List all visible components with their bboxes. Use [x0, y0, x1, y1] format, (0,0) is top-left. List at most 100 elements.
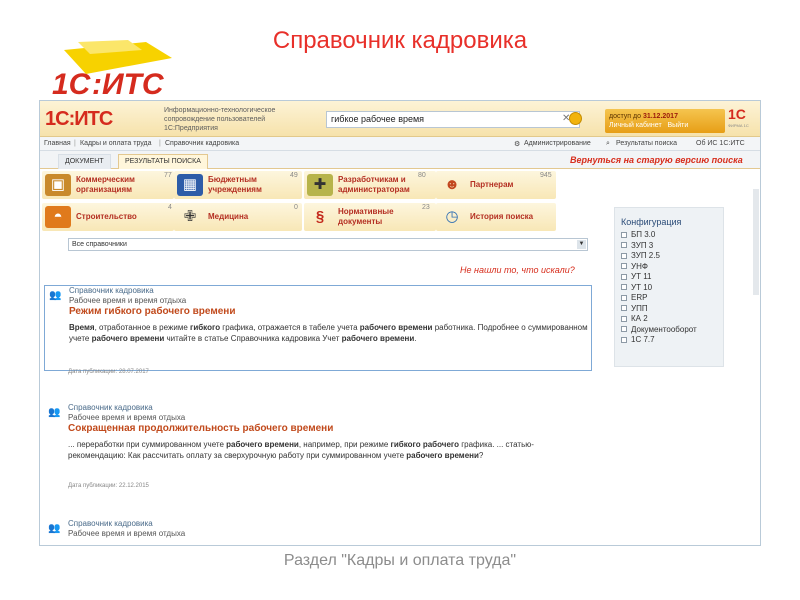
old-version-link[interactable]: Вернуться на старую версию поиска — [570, 155, 743, 165]
config-checkbox-item[interactable]: 1С 7.7 — [621, 335, 655, 344]
config-item-label: 1С 7.7 — [631, 335, 655, 344]
search-result[interactable]: 👥 Справочник кадровика Рабочее время и в… — [44, 285, 592, 371]
config-item-label: ЗУП 3 — [631, 240, 654, 250]
config-checkbox-item[interactable]: БП 3.0 — [621, 230, 655, 239]
result-date: Дата публикации: 22.12.2015 — [68, 483, 149, 489]
search-go-icon[interactable] — [569, 112, 582, 125]
result-source[interactable]: Справочник кадровика — [68, 403, 153, 412]
admin-link[interactable]: Администрирование — [524, 140, 591, 147]
screenshot-frame: 1С:ИТС Информационно-технологическое соп… — [39, 100, 761, 546]
checkbox[interactable] — [621, 336, 627, 343]
category-budget[interactable]: ▦ Бюджетным учреждениям 49 — [174, 171, 302, 199]
clock-icon: ◷ — [445, 208, 459, 225]
checkbox[interactable] — [621, 242, 627, 249]
svg-text::ИТС: :ИТС — [92, 68, 165, 101]
breadcrumb-item[interactable]: Главная — [44, 140, 71, 147]
checkbox[interactable] — [621, 252, 627, 259]
result-date: Дата публикации: 28.07.2017 — [68, 369, 149, 375]
config-item-label: УПП — [631, 303, 648, 313]
config-checkbox-item[interactable]: ЗУП 3 — [621, 241, 653, 250]
about-link[interactable]: Об ИС 1С:ИТС — [696, 140, 745, 147]
configuration-filter: Конфигурация БП 3.0 ЗУП 3 ЗУП 2.5 УНФ УТ 11 У… — [614, 207, 724, 367]
config-item-label: ЗУП 2.5 — [631, 251, 660, 260]
snippet-run: рабочего времени — [91, 334, 165, 343]
checkbox[interactable] — [621, 294, 627, 301]
checkbox[interactable] — [621, 273, 627, 280]
people-small-icon: 👥 — [48, 523, 61, 534]
cabinet-link[interactable]: Личный кабинет — [609, 122, 662, 129]
building-icon: ▦ — [177, 174, 203, 196]
checkbox[interactable] — [621, 284, 627, 291]
config-item-label: Документооборот — [631, 324, 697, 334]
config-item-label: УТ 10 — [631, 282, 653, 292]
slide: Справочник кадровика 1С :ИТС 1С:ИТС Инфо… — [0, 0, 800, 600]
scrollbar[interactable] — [753, 189, 759, 295]
snippet-run: гибкого — [189, 323, 221, 332]
config-checkbox-item[interactable]: УПП — [621, 304, 648, 313]
access-date: 31.12.2017 — [642, 113, 678, 120]
config-checkbox-item[interactable]: ERP — [621, 293, 647, 302]
config-item-label: БП 3.0 — [631, 230, 656, 239]
snippet-run: гибкого рабочего — [390, 440, 459, 449]
checkbox[interactable] — [621, 263, 627, 270]
not-found-link[interactable]: Не нашли то, что искали? — [460, 265, 575, 275]
header-logo[interactable]: 1С:ИТС — [45, 108, 113, 131]
medical-cross-icon: ✙ — [183, 208, 197, 225]
checkbox[interactable] — [621, 315, 627, 322]
result-title[interactable]: Сокращенная продолжительность рабочего в… — [68, 423, 333, 434]
snippet-run: , например, при режиме — [298, 440, 391, 449]
gear-icon: ⚙ — [514, 141, 521, 148]
breadcrumb: Главная | Кадры и оплата труда | Справоч… — [40, 137, 760, 151]
logout-link[interactable]: Выйти — [668, 122, 689, 129]
section-sign-icon: § — [315, 208, 325, 225]
config-checkbox-item[interactable]: КА 2 — [621, 314, 648, 323]
search-result[interactable]: 👥 Справочник кадровика Рабочее время и в… — [44, 519, 592, 545]
config-checkbox-item[interactable]: УТ 11 — [621, 272, 652, 281]
helmet-icon: ◓ — [45, 206, 71, 228]
category-developers[interactable]: ✚ Разработчикам и администраторам 80 — [304, 171, 436, 199]
search-small-icon: ⌕ — [606, 140, 610, 147]
config-checkbox-item[interactable]: ЗУП 2.5 — [621, 251, 660, 260]
people-small-icon: 👥 — [48, 407, 61, 418]
snippet-run: рабочего времени — [406, 451, 479, 460]
search-input[interactable]: гибкое рабочее время — [326, 111, 580, 128]
category-medicine[interactable]: ✙ Медицина 0 — [174, 203, 302, 231]
chevron-down-icon[interactable]: ▼ — [577, 240, 586, 249]
breadcrumb-item[interactable]: Справочник кадровика — [165, 140, 239, 147]
snippet-run: , отработанное в режиме — [94, 323, 190, 332]
search-result[interactable]: 👥 Справочник кадровика Рабочее время и в… — [44, 403, 592, 493]
header-bar: 1С:ИТС Информационно-технологическое соп… — [40, 101, 760, 137]
tab-search-results[interactable]: РЕЗУЛЬТАТЫ ПОИСКА — [118, 154, 208, 169]
config-checkbox-item[interactable]: Документооборот — [621, 325, 697, 334]
category-regulatory[interactable]: § Нормативные документы 23 — [304, 203, 436, 231]
checkbox[interactable] — [621, 326, 627, 333]
config-title: Конфигурация — [621, 217, 682, 227]
checkbox[interactable] — [621, 305, 627, 312]
firm-logo-sub: ФИРМА 1С — [728, 123, 749, 128]
result-source[interactable]: Справочник кадровика — [69, 286, 154, 295]
config-checkbox-item[interactable]: УНФ — [621, 262, 648, 271]
category-history[interactable]: ◷ История поиска — [436, 203, 556, 231]
snippet-run: рабочего времени — [359, 323, 433, 332]
category-construction[interactable]: ◓ Строительство 4 — [42, 203, 174, 231]
category-partners[interactable]: ☻ Партнерам 945 — [436, 171, 556, 199]
category-commercial[interactable]: ▣ Коммерческим организациям 77 — [42, 171, 174, 199]
snippet-run: Время — [69, 323, 95, 332]
briefcase-icon: ▣ — [45, 174, 71, 196]
breadcrumb-item[interactable]: Кадры и оплата труда — [80, 140, 152, 147]
tab-document[interactable]: ДОКУМЕНТ — [58, 154, 111, 169]
result-snippet: ... переработки при суммированном учете … — [68, 439, 588, 461]
access-panel: доступ до 31.12.2017 Личный кабинет Выйт… — [605, 109, 725, 133]
result-source[interactable]: Справочник кадровика — [68, 519, 153, 528]
result-snippet: Время, отработанное в режиме гибкого гра… — [69, 322, 589, 344]
checkbox[interactable] — [621, 231, 627, 238]
snippet-run: . — [414, 334, 417, 343]
header-description: Информационно-технологическое сопровожде… — [164, 107, 276, 132]
snippet-run: читайте в статье Справочника кадровика У… — [164, 334, 342, 343]
config-checkbox-item[interactable]: УТ 10 — [621, 283, 652, 292]
reference-filter-select[interactable]: Все справочники ▼ — [68, 238, 588, 251]
firm-logo: 1С — [728, 106, 746, 122]
its-logo-icon: 1С :ИТС — [52, 40, 172, 101]
result-title[interactable]: Режим гибкого рабочего времени — [69, 306, 235, 317]
search-results-link[interactable]: Результаты поиска — [616, 140, 677, 147]
